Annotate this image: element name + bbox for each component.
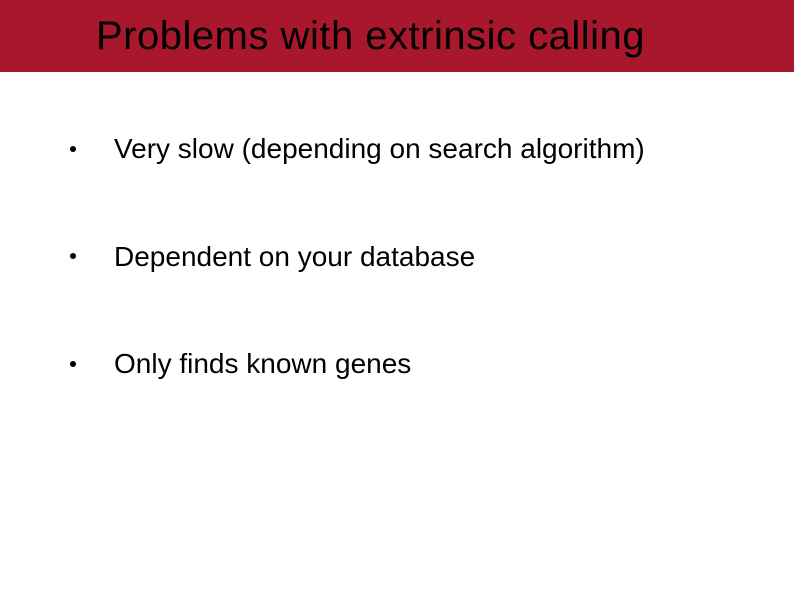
bullet-text: Only finds known genes [114, 347, 411, 381]
list-item: Only finds known genes [70, 347, 794, 381]
list-item: Dependent on your database [70, 240, 794, 274]
bullet-icon [70, 253, 76, 259]
bullet-text: Dependent on your database [114, 240, 475, 274]
list-item: Very slow (depending on search algorithm… [70, 132, 794, 166]
title-bar: Problems with extrinsic calling [0, 0, 794, 72]
bullet-text: Very slow (depending on search algorithm… [114, 132, 645, 166]
bullet-icon [70, 361, 76, 367]
slide-content: Very slow (depending on search algorithm… [0, 72, 794, 381]
bullet-icon [70, 146, 76, 152]
slide: Problems with extrinsic calling Very slo… [0, 0, 794, 595]
slide-title: Problems with extrinsic calling [96, 14, 645, 59]
